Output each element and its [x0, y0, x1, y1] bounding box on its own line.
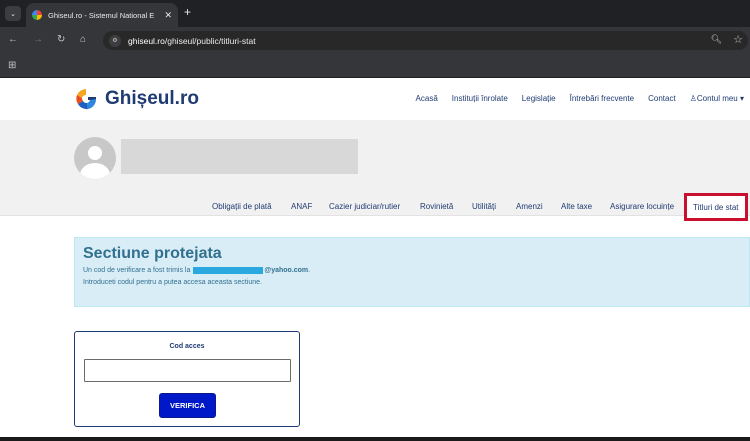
apps-grid-icon[interactable]: ⊞ — [8, 60, 16, 71]
site-info-icon[interactable]: ⚙ — [109, 34, 121, 47]
bookmarks-bar: ⊞ — [0, 54, 750, 78]
section-nav-anaf[interactable]: ANAF — [291, 202, 312, 211]
protected-section-alert: Sectiune protejata Un cod de verificare … — [74, 237, 750, 307]
alert-message-sent: Un cod de verificare a fost trimis la @y… — [83, 267, 310, 274]
section-nav-fines[interactable]: Amenzi — [516, 202, 543, 211]
url-text: ghiseul.ro/ghiseul/public/titluri-stat — [128, 36, 256, 46]
alert-instructions: Introduceti codul pentru a putea accesa … — [83, 279, 263, 286]
section-nav-obligations[interactable]: Obligații de plată — [212, 202, 272, 211]
close-tab-icon[interactable]: ✕ — [164, 10, 172, 21]
browser-toolbar: ← → ↻ ⌂ ⚙ ghiseul.ro/ghiseul/public/titl… — [0, 27, 750, 54]
alert-message-end: . — [308, 267, 311, 274]
reload-icon[interactable]: ↻ — [57, 34, 65, 45]
alert-email-suffix: @yahoo.com — [264, 267, 309, 274]
taskbar-edge — [0, 437, 750, 441]
tab-title: Ghiseul.ro - Sistemul National E — [48, 10, 155, 20]
favicon-icon — [32, 10, 42, 20]
section-nav-home-insurance[interactable]: Asigurare locuințe — [610, 202, 674, 211]
alert-title: Sectiune protejata — [83, 245, 222, 262]
site-header: Ghișeul.ro Acasă Instituții înrolate Leg… — [0, 78, 750, 120]
profile-band: Obligații de plată ANAF Cazier judiciar/… — [0, 120, 750, 221]
tab-search-button[interactable]: ⌄ — [5, 6, 21, 21]
access-code-input[interactable] — [84, 359, 291, 382]
back-icon[interactable]: ← — [8, 34, 18, 45]
nav-home[interactable]: Acasă — [416, 94, 438, 103]
home-icon[interactable]: ⌂ — [80, 34, 86, 45]
nav-legislation[interactable]: Legislație — [522, 94, 556, 103]
redacted-email — [193, 267, 264, 274]
url-path: /ghiseul/public/titluri-stat — [164, 35, 256, 46]
bookmark-star-icon[interactable]: ☆ — [733, 33, 743, 46]
nav-contact[interactable]: Contact — [648, 94, 676, 103]
nav-my-account[interactable]: ♙Contul meu ▾ — [690, 94, 744, 103]
nav-faq[interactable]: Întrebări frecvente — [570, 94, 634, 103]
zoom-icon[interactable]: 🔍︎ — [711, 34, 722, 45]
section-nav-government-bonds[interactable]: Titluri de stat — [684, 193, 748, 221]
access-code-form: Cod acces VERIFICA — [74, 331, 300, 427]
url-domain: ghiseul.ro — [128, 35, 165, 46]
section-nav-criminal-record[interactable]: Cazier judiciar/rutier — [329, 202, 400, 211]
address-bar[interactable]: ⚙ ghiseul.ro/ghiseul/public/titluri-stat… — [103, 31, 748, 50]
alert-message-prefix: Un cod de verificare a fost trimis la — [83, 267, 191, 274]
section-nav: Obligații de plată ANAF Cazier judiciar/… — [0, 120, 750, 221]
verify-button[interactable]: VERIFICA — [159, 393, 216, 418]
logo-icon — [76, 89, 97, 110]
section-nav-vignette[interactable]: Rovinietă — [420, 202, 453, 211]
browser-tab[interactable]: Ghiseul.ro - Sistemul National E ✕ — [26, 3, 178, 27]
section-nav-other-taxes[interactable]: Alte taxe — [561, 202, 592, 211]
access-code-label: Cod acces — [169, 343, 205, 350]
new-tab-button[interactable]: + — [184, 5, 191, 19]
main-nav: Acasă Instituții înrolate Legislație Înt… — [416, 94, 744, 103]
forward-icon[interactable]: → — [33, 34, 43, 45]
site-logo[interactable]: Ghișeul.ro — [74, 87, 199, 111]
nav-institutions[interactable]: Instituții înrolate — [452, 94, 508, 103]
section-nav-utilities[interactable]: Utilități — [472, 202, 496, 211]
browser-tabstrip: ⌄ Ghiseul.ro - Sistemul National E ✕ + — [0, 0, 750, 27]
logo-text: Ghișeul.ro — [105, 88, 199, 109]
